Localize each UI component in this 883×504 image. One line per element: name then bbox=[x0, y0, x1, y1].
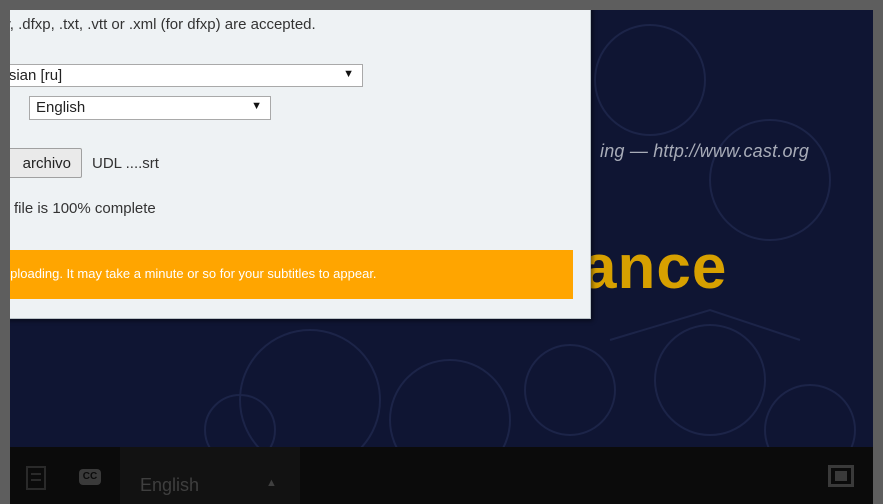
upload-progress-text: tle file is 100% complete bbox=[10, 200, 156, 217]
upload-notice-banner: r uploading. It may take a minute or so … bbox=[10, 250, 573, 299]
translated-from-select[interactable]: English ▼ bbox=[29, 96, 271, 120]
translated-from-value: English bbox=[36, 99, 86, 116]
video-url-text: ing — http://www.cast.org bbox=[600, 141, 810, 161]
choose-file-button[interactable]: archivo bbox=[10, 148, 82, 178]
video-player: ing — http://www.cast.org ance CC Englis… bbox=[10, 10, 873, 504]
chevron-up-icon: ▲ bbox=[266, 477, 277, 489]
chosen-file-name: UDL ....srt bbox=[92, 155, 159, 172]
caption-language-label: English bbox=[140, 475, 200, 495]
chevron-down-icon: ▼ bbox=[343, 68, 354, 80]
upload-notice-text: r uploading. It may take a minute or so … bbox=[10, 266, 377, 281]
transcript-icon[interactable] bbox=[26, 466, 46, 490]
accepted-formats-text: bv, .dfxp, .txt, .vtt or .xml (for dfxp)… bbox=[10, 16, 316, 33]
subtitle-upload-dialog: bv, .dfxp, .txt, .vtt or .xml (for dfxp)… bbox=[10, 10, 591, 319]
fullscreen-icon[interactable] bbox=[828, 465, 854, 487]
subtitle-language-value: ussian [ru] bbox=[10, 67, 63, 84]
player-control-bar: CC English ▲ bbox=[10, 447, 873, 504]
chevron-down-icon: ▼ bbox=[251, 100, 262, 112]
subtitle-language-select[interactable]: ussian [ru] ▼ bbox=[10, 64, 363, 87]
closed-captions-icon[interactable]: CC bbox=[79, 469, 101, 485]
caption-language-button[interactable]: English ▲ bbox=[120, 447, 300, 504]
video-title-text: ance bbox=[582, 233, 728, 302]
